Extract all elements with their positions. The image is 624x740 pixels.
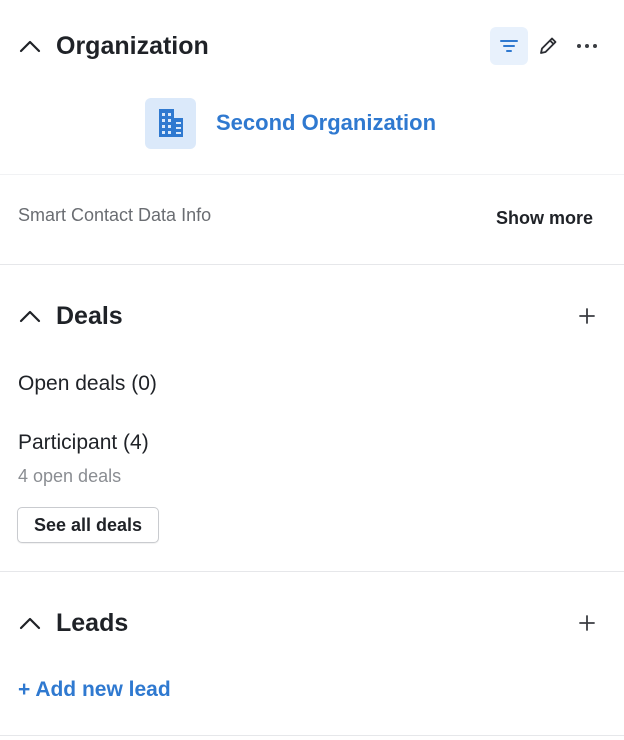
leads-section-title: Leads (56, 609, 129, 637)
filter-icon (500, 40, 518, 52)
filter-button[interactable] (490, 27, 528, 65)
add-lead-icon-button[interactable] (568, 604, 606, 642)
more-options-button[interactable] (568, 27, 606, 65)
organization-link-row: Second Organization (145, 97, 436, 149)
chevron-up-icon[interactable] (18, 306, 42, 326)
plus-icon (579, 615, 595, 631)
organization-name-link[interactable]: Second Organization (216, 110, 436, 136)
pencil-icon (540, 37, 557, 54)
participant-deals-label[interactable]: Participant (4) (18, 431, 149, 455)
chevron-up-icon[interactable] (18, 613, 42, 633)
building-icon (158, 109, 183, 137)
smart-contact-data-label: Smart Contact Data Info (18, 205, 212, 225)
add-deal-button[interactable] (568, 297, 606, 335)
divider (0, 174, 624, 175)
deals-section-header: Deals (0, 296, 624, 336)
organization-section-header: Organization (0, 26, 624, 66)
divider (0, 264, 624, 265)
open-deals-label[interactable]: Open deals (0) (18, 372, 157, 396)
plus-icon (579, 308, 595, 324)
add-new-lead-link[interactable]: + Add new lead (18, 678, 171, 702)
organization-avatar (145, 97, 196, 149)
organization-section-title: Organization (56, 32, 209, 60)
chevron-up-icon[interactable] (18, 36, 42, 56)
divider (0, 735, 624, 736)
leads-section-header: Leads (0, 603, 624, 643)
divider (0, 571, 624, 572)
more-horizontal-icon (577, 44, 597, 48)
contact-sidebar-panel: Organization Second Organization Smart C… (0, 0, 624, 740)
deals-section-title: Deals (56, 302, 123, 330)
show-more-button[interactable]: Show more (496, 208, 593, 229)
see-all-deals-button[interactable]: See all deals (17, 507, 159, 543)
edit-button[interactable] (529, 27, 567, 65)
participant-open-deals-count: 4 open deals (18, 466, 122, 486)
